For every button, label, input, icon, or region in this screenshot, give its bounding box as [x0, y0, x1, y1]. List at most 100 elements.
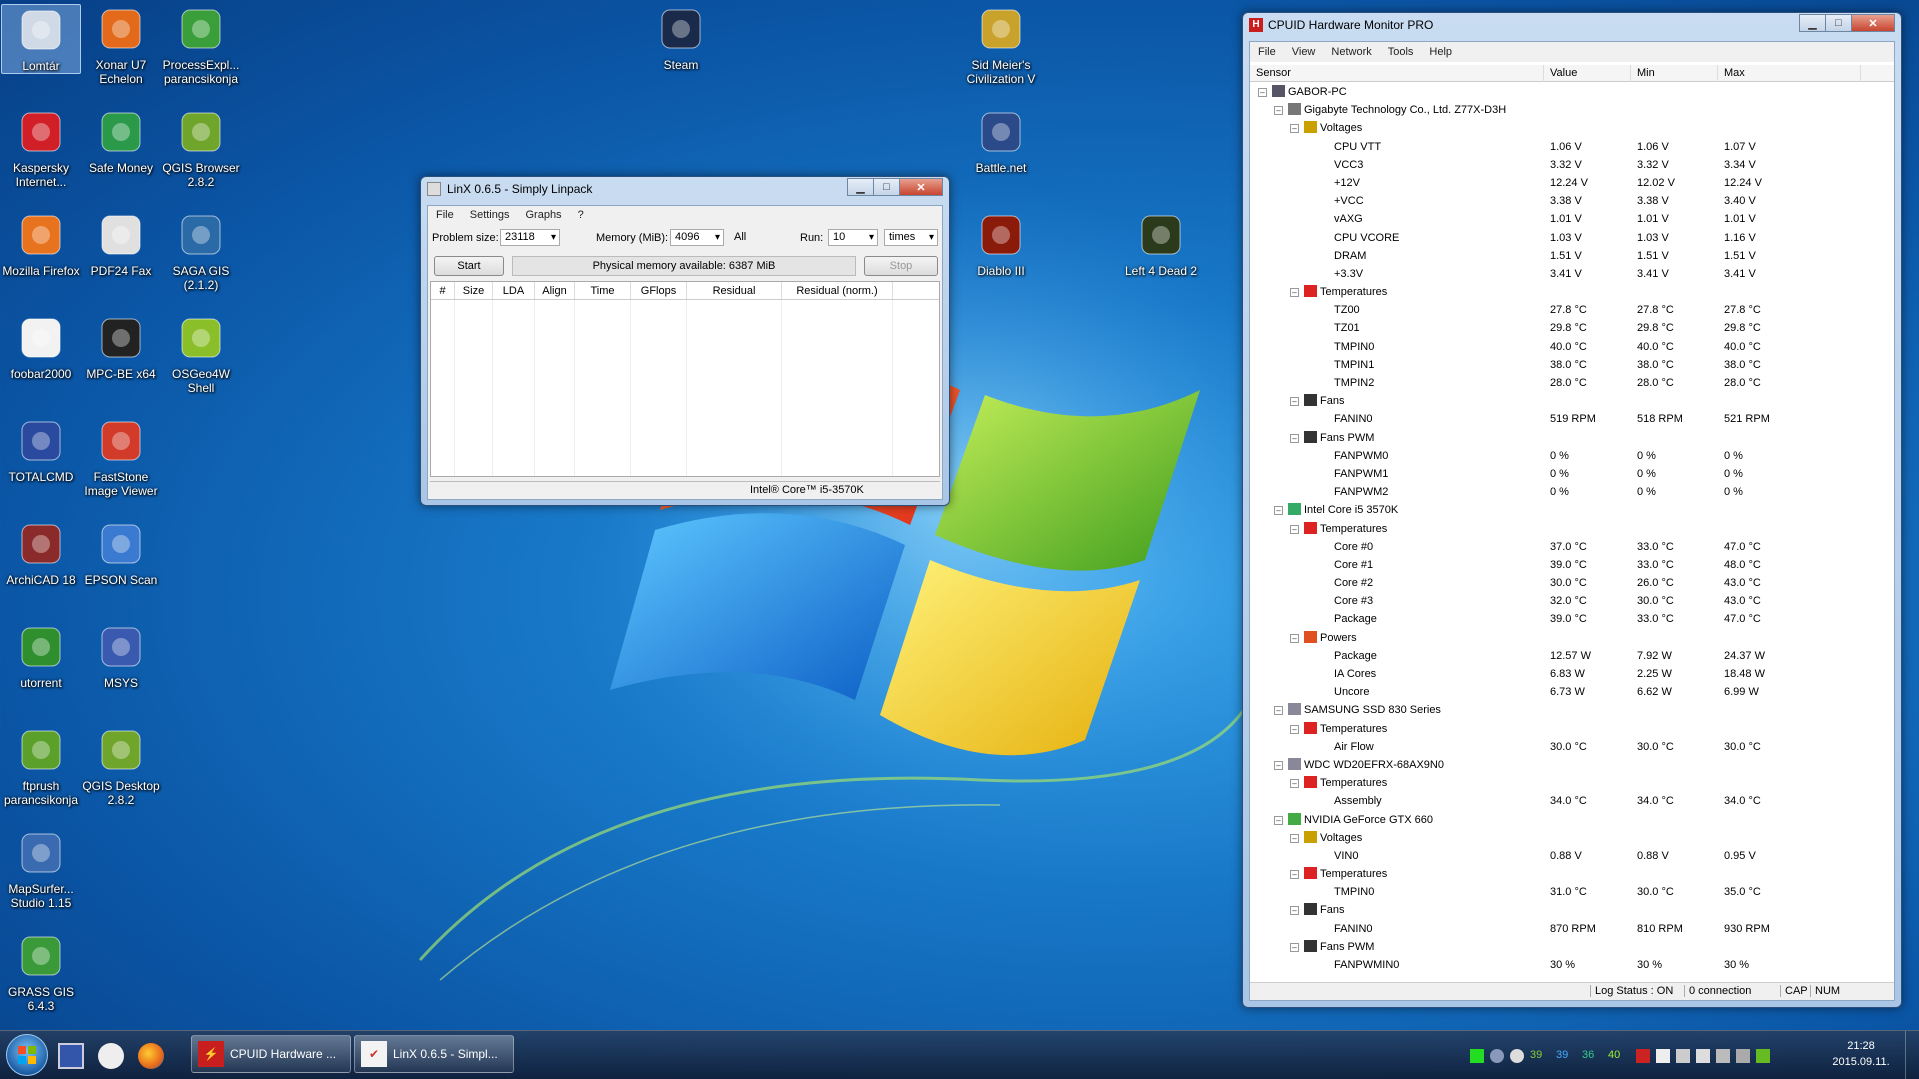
desktop-icon[interactable]: Left 4 Dead 2 [1121, 210, 1201, 278]
tray-refresh-icon[interactable] [1510, 1049, 1524, 1063]
tray-razer-icon[interactable] [1470, 1049, 1484, 1063]
sensor-row[interactable]: TMPIN0 31.0 °C 30.0 °C 35.0 °C [1250, 883, 1894, 901]
maximize-button[interactable]: □ [873, 178, 900, 196]
collapse-toggle-icon[interactable]: – [1290, 833, 1299, 843]
sensor-row[interactable]: DRAM 1.51 V 1.51 V 1.51 V [1250, 247, 1894, 265]
minimize-button[interactable]: ▁ [847, 178, 874, 196]
show-desktop-button[interactable] [1905, 1031, 1919, 1079]
run-unit-select[interactable]: times [884, 229, 938, 246]
results-column-header[interactable]: Align [535, 282, 575, 299]
desktop-icon[interactable]: Mozilla Firefox [1, 210, 81, 278]
desktop-icon[interactable]: foobar2000 [1, 313, 81, 381]
desktop-icon[interactable]: QGIS Desktop 2.8.2 [81, 725, 161, 807]
sensor-group-row[interactable]: – Powers [1250, 629, 1894, 647]
sensor-group-row[interactable]: – Temperatures [1250, 774, 1894, 792]
linx-window[interactable]: LinX 0.6.5 - Simply Linpack ▁ □ ✕ File S… [420, 176, 950, 506]
desktop-icon[interactable]: GRASS GIS 6.4.3 [1, 931, 81, 1013]
tray-hwmonitor-icon[interactable] [1636, 1049, 1650, 1063]
collapse-toggle-icon[interactable]: – [1290, 288, 1299, 298]
collapse-toggle-icon[interactable]: – [1258, 88, 1267, 97]
sensor-row[interactable]: +3.3V 3.41 V 3.41 V 3.41 V [1250, 265, 1894, 283]
desktop-icon[interactable]: Battle.net [961, 107, 1041, 175]
sensor-row[interactable]: Core #0 37.0 °C 33.0 °C 47.0 °C [1250, 538, 1894, 556]
collapse-toggle-icon[interactable]: – [1290, 942, 1299, 952]
tray-nvidia-icon[interactable] [1756, 1049, 1770, 1063]
collapse-toggle-icon[interactable]: – [1290, 524, 1299, 534]
desktop-icon[interactable]: Diablo III [961, 210, 1041, 278]
menu-tools[interactable]: Tools [1380, 46, 1422, 58]
collapse-toggle-icon[interactable]: – [1290, 906, 1299, 916]
desktop-icon[interactable]: TOTALCMD [1, 416, 81, 484]
menu-graphs[interactable]: Graphs [517, 209, 569, 221]
desktop-icon[interactable]: Sid Meier's Civilization V [961, 4, 1041, 86]
desktop-icon[interactable]: QGIS Browser 2.8.2 [161, 107, 241, 189]
results-column-header[interactable]: Size [455, 282, 493, 299]
results-column-header[interactable]: Time [575, 282, 631, 299]
sensor-row[interactable]: Core #1 39.0 °C 33.0 °C 48.0 °C [1250, 556, 1894, 574]
collapse-toggle-icon[interactable]: – [1290, 870, 1299, 880]
desktop-icon[interactable]: Xonar U7 Echelon [81, 4, 161, 86]
desktop-icon[interactable]: Kaspersky Internet... [1, 107, 81, 189]
sensor-row[interactable]: Assembly 34.0 °C 34.0 °C 34.0 °C [1250, 792, 1894, 810]
menu-network[interactable]: Network [1323, 46, 1379, 58]
collapse-toggle-icon[interactable]: – [1290, 124, 1299, 134]
sensor-group-row[interactable]: – Fans PWM [1250, 938, 1894, 956]
sensor-row[interactable]: Core #2 30.0 °C 26.0 °C 43.0 °C [1250, 574, 1894, 592]
pinned-totalcmd-icon[interactable] [58, 1043, 84, 1069]
hwmonitor-window[interactable]: H CPUID Hardware Monitor PRO ▁ □ ✕ File … [1242, 12, 1902, 1008]
stop-button[interactable]: Stop [864, 256, 938, 276]
taskbar-item-linx[interactable]: ✔ LinX 0.6.5 - Simpl... [354, 1035, 514, 1073]
sensor-row[interactable]: Air Flow 30.0 °C 30.0 °C 30.0 °C [1250, 738, 1894, 756]
sensor-group-row[interactable]: – WDC WD20EFRX-68AX9N0 [1250, 756, 1894, 774]
sensor-group-row[interactable]: – Voltages [1250, 829, 1894, 847]
tray-linx-icon[interactable] [1656, 1049, 1670, 1063]
col-value[interactable]: Value [1544, 65, 1631, 82]
pinned-foobar-icon[interactable] [98, 1043, 124, 1069]
desktop-icon[interactable]: SAGA GIS (2.1.2) [161, 210, 241, 292]
desktop-icon[interactable]: ArchiCAD 18 [1, 519, 81, 587]
sensor-group-row[interactable]: – Gigabyte Technology Co., Ltd. Z77X-D3H [1250, 101, 1894, 119]
sensor-group-row[interactable]: – Temperatures [1250, 520, 1894, 538]
sensor-group-row[interactable]: – NVIDIA GeForce GTX 660 [1250, 811, 1894, 829]
results-column-header[interactable]: Residual [687, 282, 782, 299]
menu-file[interactable]: File [1250, 46, 1284, 58]
col-max[interactable]: Max [1718, 65, 1861, 82]
sensor-row[interactable]: FANIN0 870 RPM 810 RPM 930 RPM [1250, 920, 1894, 938]
menu-file[interactable]: File [428, 209, 462, 221]
clock[interactable]: 21:28 2015.09.11. [1826, 1038, 1896, 1070]
close-button[interactable]: ✕ [1851, 14, 1895, 32]
sensor-group-row[interactable]: – Temperatures [1250, 720, 1894, 738]
col-min[interactable]: Min [1631, 65, 1718, 82]
desktop-icon[interactable]: MPC-BE x64 [81, 313, 161, 381]
desktop-icon[interactable]: utorrent [1, 622, 81, 690]
sensor-group-row[interactable]: – Fans PWM [1250, 429, 1894, 447]
collapse-toggle-icon[interactable]: – [1290, 724, 1299, 734]
results-column-header[interactable]: LDA [493, 282, 535, 299]
start-button[interactable]: Start [434, 256, 504, 276]
sensor-row[interactable]: Uncore 6.73 W 6.62 W 6.99 W [1250, 683, 1894, 701]
sensor-group-row[interactable]: – Temperatures [1250, 283, 1894, 301]
tray-flag-icon[interactable] [1696, 1049, 1710, 1063]
collapse-toggle-icon[interactable]: – [1274, 106, 1283, 116]
desktop-icon[interactable]: MapSurfer... Studio 1.15 [1, 828, 81, 910]
sensor-row[interactable]: TMPIN2 28.0 °C 28.0 °C 28.0 °C [1250, 374, 1894, 392]
collapse-toggle-icon[interactable]: – [1274, 760, 1283, 770]
collapse-toggle-icon[interactable]: – [1274, 815, 1283, 825]
desktop-icon[interactable]: ProcessExpl... parancsikonja [161, 4, 241, 86]
collapse-toggle-icon[interactable]: – [1290, 397, 1299, 407]
sensor-row[interactable]: Core #3 32.0 °C 30.0 °C 43.0 °C [1250, 592, 1894, 610]
sensor-row[interactable]: FANPWM2 0 % 0 % 0 % [1250, 483, 1894, 501]
desktop-icon[interactable]: Steam [641, 4, 721, 72]
menu-help[interactable]: ? [570, 209, 592, 221]
tray-gear-icon[interactable] [1490, 1049, 1504, 1063]
desktop-icon[interactable]: FastStone Image Viewer [81, 416, 161, 498]
sensor-row[interactable]: CPU VTT 1.06 V 1.06 V 1.07 V [1250, 138, 1894, 156]
sensor-row[interactable]: TZ01 29.8 °C 29.8 °C 29.8 °C [1250, 319, 1894, 337]
sensor-row[interactable]: vAXG 1.01 V 1.01 V 1.01 V [1250, 210, 1894, 228]
sensor-row[interactable]: VIN0 0.88 V 0.88 V 0.95 V [1250, 847, 1894, 865]
start-button[interactable] [6, 1034, 48, 1076]
sensor-row[interactable]: FANIN0 519 RPM 518 RPM 521 RPM [1250, 410, 1894, 428]
memory-select[interactable]: 4096 [670, 229, 724, 246]
sensor-group-row[interactable]: – Temperatures [1250, 865, 1894, 883]
desktop-icon[interactable]: Safe Money [81, 107, 161, 175]
